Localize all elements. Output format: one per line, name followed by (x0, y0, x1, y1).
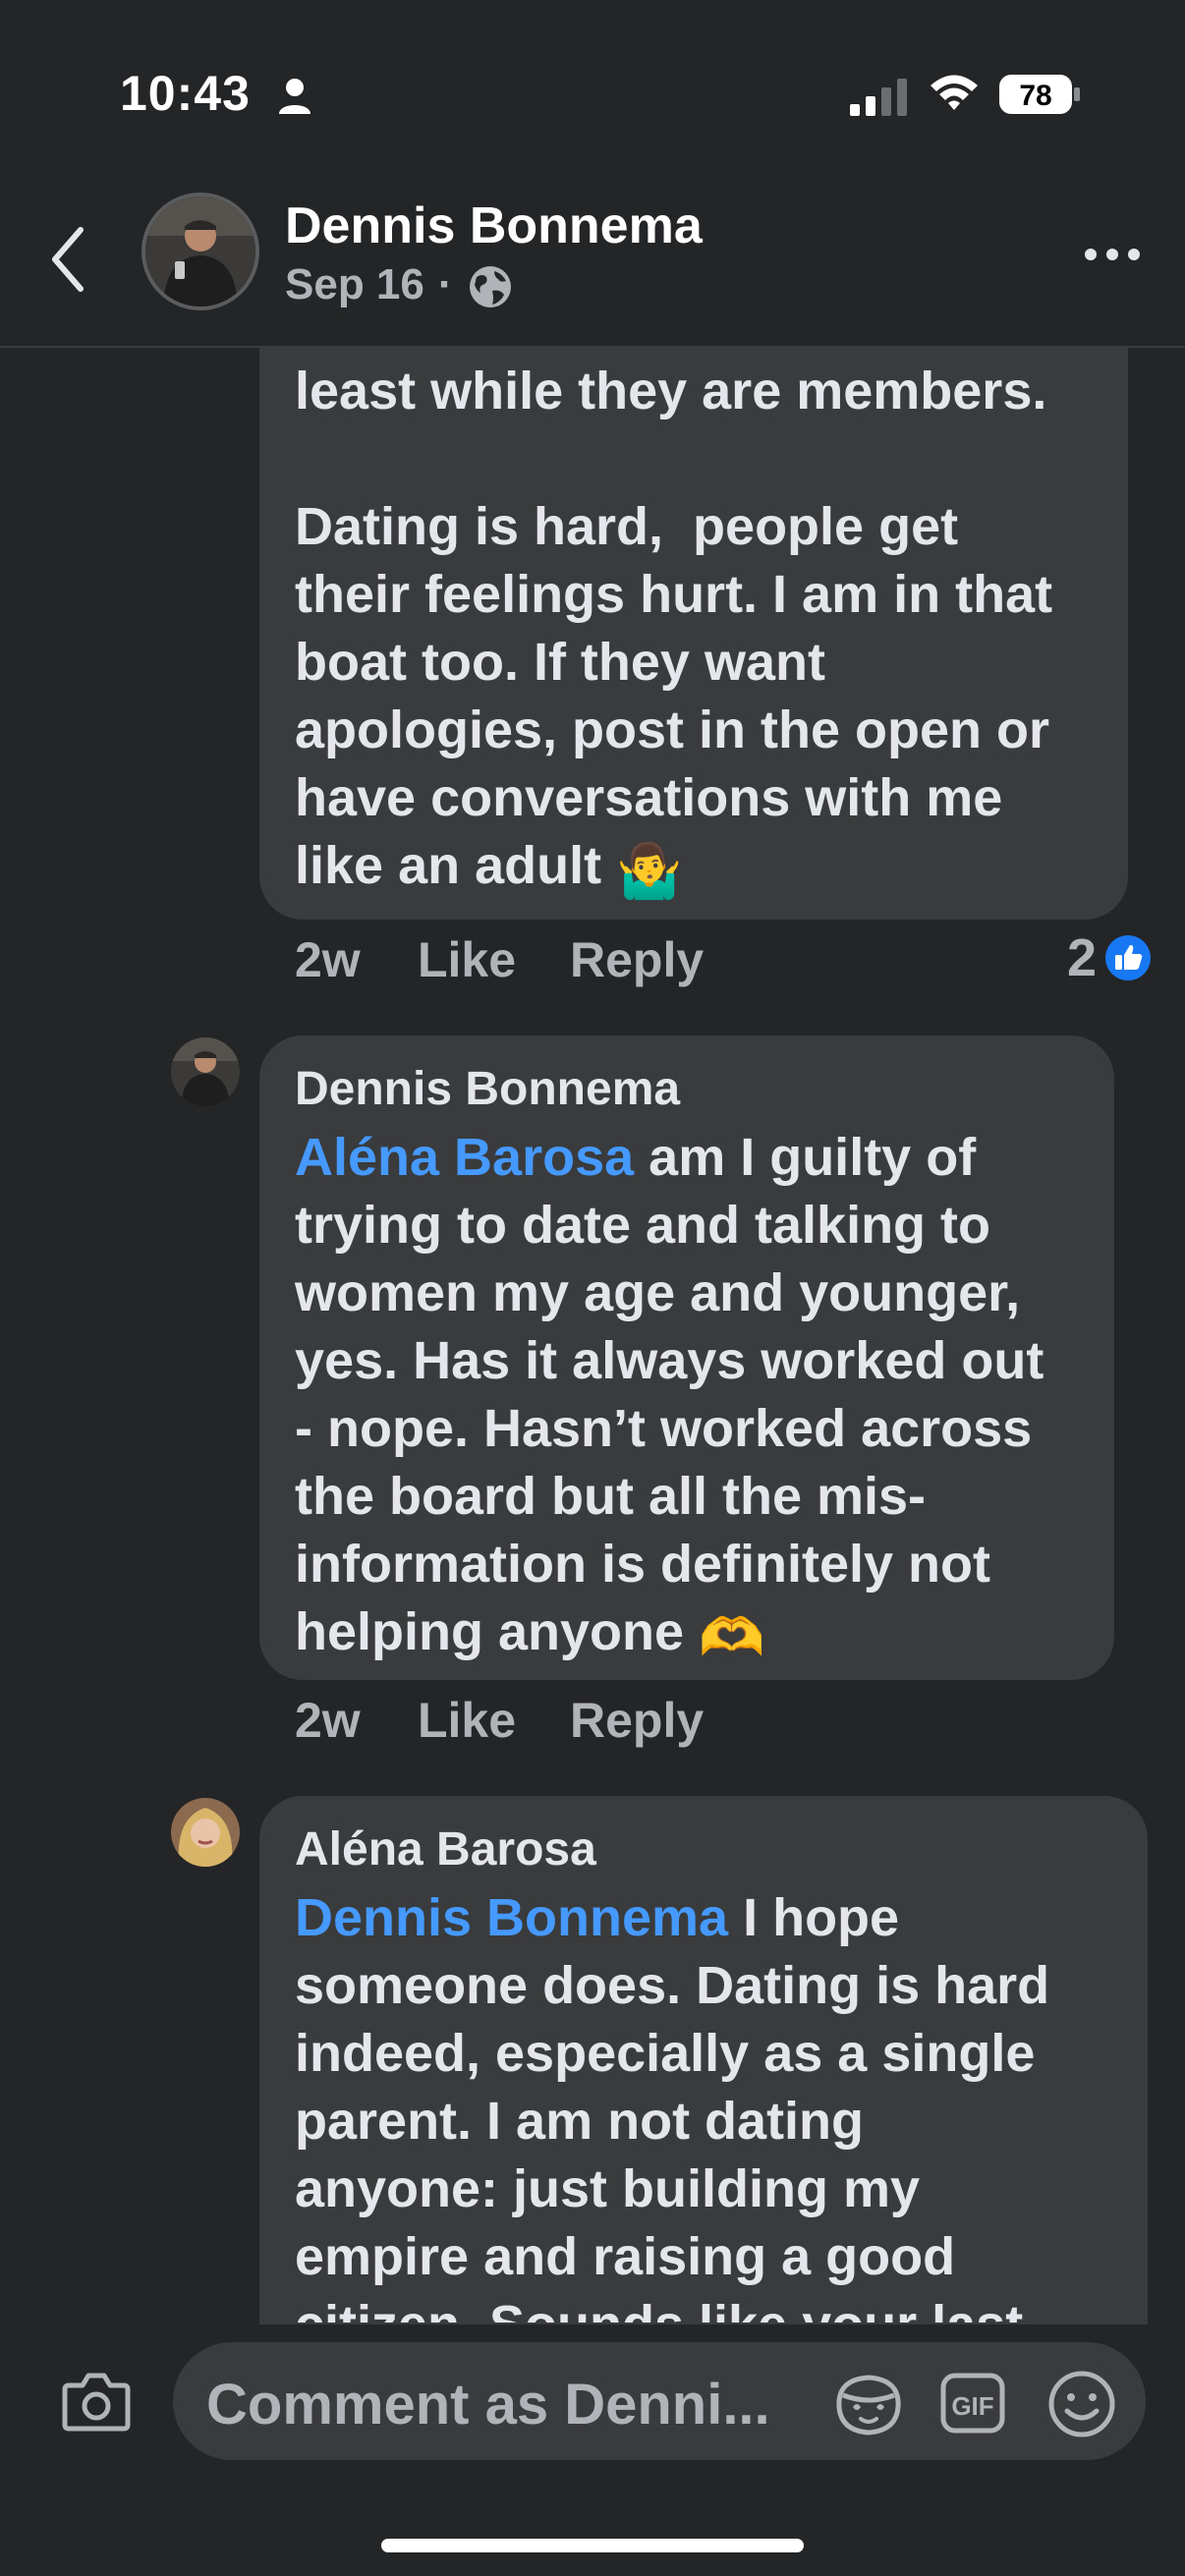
reply-button[interactable]: Reply (570, 931, 704, 988)
mention-link[interactable]: Dennis Bonnema (295, 1888, 728, 1947)
like-button[interactable]: Like (418, 931, 516, 988)
comment-author[interactable]: Aléna Barosa (295, 1816, 1049, 1884)
more-icon[interactable] (1081, 240, 1144, 269)
signal-icon (850, 79, 907, 116)
shrug-emoji: 🤷‍♂️ (616, 842, 683, 901)
comment-placeholder: Comment as Denni... (206, 2373, 770, 2436)
emoji-icon[interactable] (1047, 2370, 1116, 2438)
commenter-avatar[interactable] (171, 1798, 240, 1867)
status-time: 10:43 (120, 66, 251, 121)
author-name[interactable]: Dennis Bonnema (285, 196, 703, 255)
gif-icon[interactable]: GIF (939, 2372, 1006, 2435)
reply-button[interactable]: Reply (570, 1692, 704, 1749)
post-header: Dennis Bonnema Sep 16 · (0, 177, 1185, 348)
comment-thread-screen: 10:43 78 Dennis Bonnema Sep 16 · least w… (0, 0, 1185, 2576)
gif-label: GIF (951, 2391, 993, 2421)
comment-text: least while they are members. Dating is h… (295, 358, 1052, 906)
wifi-icon (931, 75, 978, 110)
home-indicator[interactable] (381, 2539, 804, 2552)
status-bar: 10:43 78 (0, 0, 1185, 177)
mention-link[interactable]: Aléna Barosa (295, 1128, 634, 1187)
like-button[interactable]: Like (418, 1692, 516, 1749)
commenter-avatar[interactable] (171, 1037, 240, 1106)
comment-text: Aléna Barosa Dennis Bonnema I hope someone… (295, 1816, 1049, 2323)
battery-level: 78 (1019, 80, 1051, 112)
heart-hands-emoji: 🫶 (699, 1608, 765, 1667)
reaction-count: 2 (1067, 928, 1098, 987)
like-icon (1105, 935, 1152, 980)
person-icon (279, 79, 310, 114)
back-chevron-icon[interactable] (45, 218, 94, 301)
camera-icon[interactable] (61, 2370, 132, 2433)
post-meta: Sep 16 · (285, 259, 514, 310)
comment-text: Dennis Bonnema Aléna Barosa am I guilty o… (295, 1055, 1044, 1672)
meta-separator: · (437, 260, 453, 308)
author-avatar[interactable] (141, 193, 259, 310)
avatar-sticker-icon[interactable] (833, 2372, 904, 2436)
comment-time: 2w (295, 932, 361, 987)
post-date[interactable]: Sep 16 (285, 260, 424, 309)
globe-icon (469, 266, 511, 308)
battery-icon: 78 (998, 73, 1081, 116)
comment-time: 2w (295, 1693, 361, 1748)
reaction-summary[interactable]: 2 (1067, 927, 1152, 988)
comment-author[interactable]: Dennis Bonnema (295, 1055, 1044, 1124)
